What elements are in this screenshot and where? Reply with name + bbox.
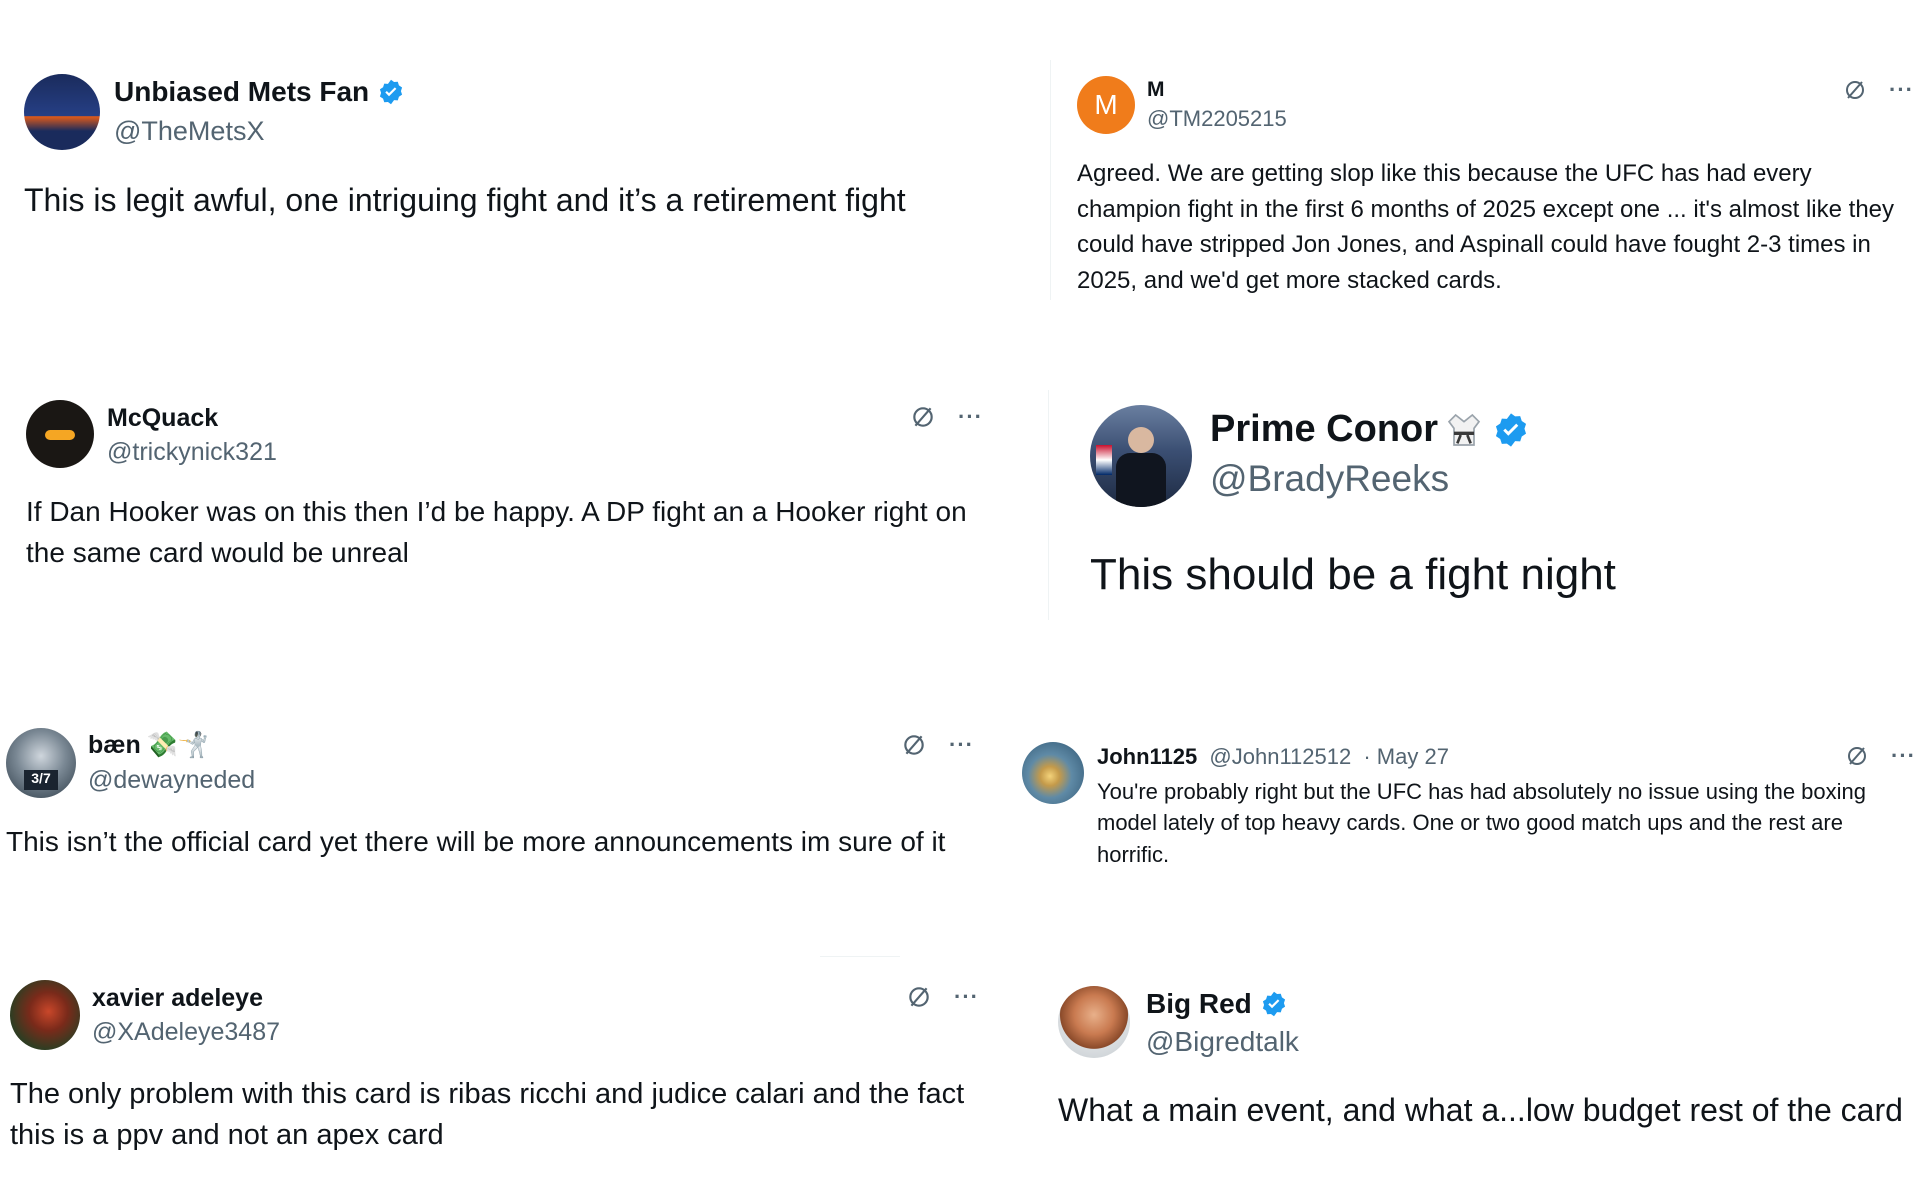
tweet-actions: ··· — [1843, 78, 1914, 102]
tweet-text: This isn’t the official card yet there w… — [6, 826, 946, 857]
tweet-actions: ··· — [906, 984, 979, 1010]
more-options-icon[interactable]: ··· — [1891, 745, 1916, 767]
divider — [1048, 390, 1049, 620]
verified-badge-icon — [1262, 991, 1285, 1017]
display-name[interactable]: bæn — [88, 731, 141, 760]
handle[interactable]: @Bigredtalk — [1146, 1026, 1299, 1058]
avatar[interactable] — [10, 980, 80, 1050]
display-name[interactable]: McQuack — [107, 404, 218, 433]
avatar[interactable] — [1058, 986, 1130, 1058]
avatar[interactable]: M — [1077, 76, 1135, 134]
avatar[interactable] — [1090, 405, 1192, 507]
handle[interactable]: @trickynick321 — [107, 438, 277, 467]
handle[interactable]: @John112512 — [1209, 744, 1351, 769]
timestamp[interactable]: · May 27 — [1363, 744, 1449, 769]
name-emoji: 💸🤺 — [146, 730, 210, 759]
tweet-text: Agreed. We are getting slop like this be… — [1077, 160, 1895, 294]
display-name[interactable]: Big Red — [1146, 988, 1252, 1020]
tweet-actions: ··· — [910, 404, 983, 430]
tweet-text: This should be a fight night — [1090, 550, 1616, 599]
avatar[interactable] — [1022, 742, 1084, 804]
more-options-icon[interactable]: ··· — [949, 734, 974, 756]
grok-icon[interactable] — [901, 732, 927, 758]
grok-icon[interactable] — [910, 404, 936, 430]
divider — [820, 956, 900, 957]
grok-icon[interactable] — [1843, 78, 1867, 102]
tweet-text: What a main event, and what a...low budg… — [1058, 1092, 1903, 1128]
more-options-icon[interactable]: ··· — [954, 986, 979, 1008]
tweet-text: This is legit awful, one intriguing figh… — [24, 182, 906, 218]
more-options-icon[interactable]: ··· — [1889, 79, 1914, 101]
verified-badge-icon — [380, 79, 403, 105]
display-name[interactable]: Prime Conor — [1210, 408, 1438, 451]
tweet-text: If Dan Hooker was on this then I’d be ha… — [26, 496, 967, 568]
handle[interactable]: @TheMetsX — [114, 116, 264, 147]
verified-badge-icon — [1496, 412, 1527, 447]
karate-gi-icon — [1447, 413, 1481, 446]
tweet-actions: ··· — [901, 732, 974, 758]
grok-icon[interactable] — [906, 984, 932, 1010]
display-name[interactable]: xavier adeleye — [92, 984, 263, 1013]
display-name[interactable]: M — [1147, 78, 1165, 102]
avatar-letter: M — [1094, 89, 1118, 120]
display-name[interactable]: John1125 — [1097, 744, 1197, 769]
tweet-actions: ··· — [1845, 744, 1916, 768]
avatar[interactable] — [26, 400, 94, 468]
handle[interactable]: @TM2205215 — [1147, 106, 1287, 132]
avatar[interactable] — [24, 74, 100, 150]
tweet-text: The only problem with this card is ribas… — [10, 1078, 965, 1152]
handle[interactable]: @XAdeleye3487 — [92, 1018, 280, 1047]
grok-icon[interactable] — [1845, 744, 1869, 768]
display-name[interactable]: Unbiased Mets Fan — [114, 76, 369, 108]
avatar[interactable]: 3/7 — [6, 728, 76, 798]
handle[interactable]: @dewayneded — [88, 766, 255, 795]
more-options-icon[interactable]: ··· — [958, 406, 983, 428]
tweet-text: You're probably right but the UFC has ha… — [1097, 779, 1866, 867]
handle[interactable]: @BradyReeks — [1210, 458, 1449, 500]
divider — [1050, 60, 1051, 300]
